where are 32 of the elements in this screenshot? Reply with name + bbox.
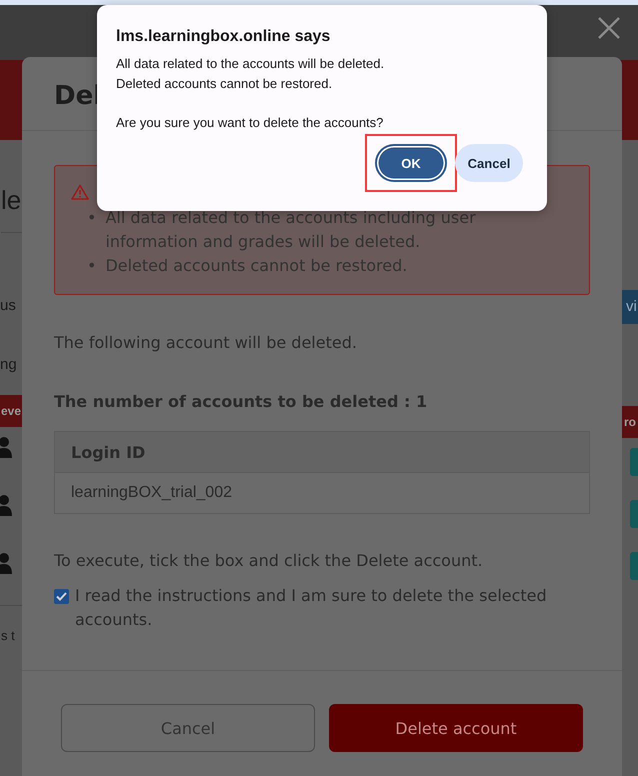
- instruction-text: To execute, tick the box and click the Delete account.: [54, 551, 484, 570]
- bullet: •: [87, 207, 96, 229]
- dialog-message: Deleted accounts cannot be restored.: [116, 75, 334, 93]
- background-text: us: [0, 297, 16, 314]
- person-icon: [0, 553, 12, 575]
- close-icon[interactable]: [598, 16, 620, 38]
- ok-button[interactable]: OK: [375, 144, 447, 182]
- delete-button[interactable]: Delete account: [329, 704, 583, 752]
- dialog-message: All data related to the accounts will be deleted.: [116, 55, 386, 73]
- bullet: •: [87, 255, 96, 277]
- background-text: vi: [622, 290, 638, 324]
- table-cell: learningBOX_trial_002: [54, 472, 590, 514]
- warning-icon: [71, 184, 89, 200]
- intro-text: The following account will be deleted.: [54, 333, 358, 352]
- row-action-button[interactable]: [630, 448, 638, 476]
- background-text: s t: [1, 628, 15, 643]
- checkbox[interactable]: [54, 589, 69, 604]
- background-text: eve: [0, 395, 22, 427]
- row-action-button[interactable]: [630, 552, 638, 580]
- background-text: ro: [622, 406, 638, 438]
- dialog-question: Are you sure you want to delete the accounts?: [116, 114, 384, 132]
- dialog-title: lms.learningbox.online says: [116, 28, 332, 46]
- person-icon: [0, 495, 12, 517]
- warning-item: All data related to the accounts including user information and grades will be deleted.: [105, 207, 477, 253]
- person-icon: [0, 437, 12, 459]
- row-action-button[interactable]: [630, 500, 638, 528]
- background-text: ng: [0, 356, 17, 373]
- account-count: The number of accounts to be deleted : 1: [54, 392, 428, 411]
- checkbox-label: I read the instructions and I am sure to delete the selected accounts.: [75, 585, 548, 631]
- warning-item: Deleted accounts cannot be restored.: [105, 255, 408, 277]
- column-header: Login ID: [54, 432, 590, 472]
- cancel-button[interactable]: Cancel: [455, 144, 523, 182]
